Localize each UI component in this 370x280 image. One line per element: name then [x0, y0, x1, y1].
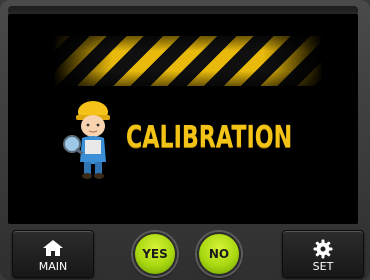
calibration-screen: CALIBRATION	[8, 14, 358, 224]
yes-button-label: YES	[142, 247, 168, 261]
worker-illustration-icon	[63, 101, 110, 179]
no-button[interactable]: NO	[197, 232, 241, 276]
no-button-label: NO	[208, 247, 230, 261]
device-frame: CALIBRATION MAIN YES NO SET	[0, 0, 370, 280]
main-button-label: MAIN	[38, 260, 68, 273]
home-icon	[43, 240, 63, 256]
main-button[interactable]: MAIN	[12, 230, 94, 278]
bottom-toolbar: MAIN YES NO SET	[0, 224, 370, 280]
gear-icon	[313, 239, 333, 259]
set-button-label: SET	[312, 260, 334, 273]
yes-button[interactable]: YES	[133, 232, 177, 276]
calibration-title: CALIBRATION	[126, 120, 293, 155]
hazard-stripes-banner	[53, 36, 323, 86]
set-button[interactable]: SET	[282, 230, 364, 278]
